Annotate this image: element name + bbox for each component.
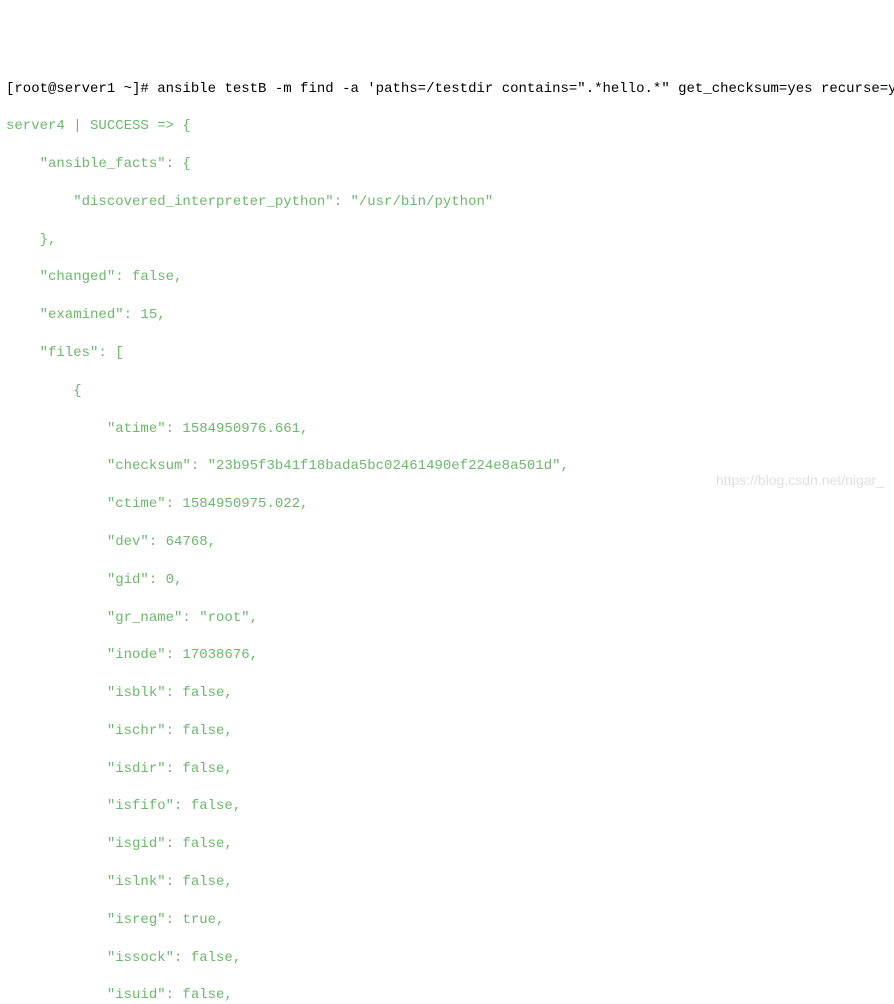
- output-line: "inode": 17038676,: [6, 646, 888, 665]
- output-line: "atime": 1584950976.661,: [6, 420, 888, 439]
- output-line: },: [6, 231, 888, 250]
- command-text: ansible testB -m find -a 'paths=/testdir…: [157, 81, 894, 97]
- output-line: "isdir": false,: [6, 760, 888, 779]
- output-line: "files": [: [6, 344, 888, 363]
- output-line: "gr_name": "root",: [6, 609, 888, 628]
- output-line: "changed": false,: [6, 268, 888, 287]
- output-line: "gid": 0,: [6, 571, 888, 590]
- output-line: {: [6, 382, 888, 401]
- output-line: "ansible_facts": {: [6, 155, 888, 174]
- output-line: "isgid": false,: [6, 835, 888, 854]
- shell-prompt: [root@server1 ~]#: [6, 81, 157, 97]
- output-line: "ctime": 1584950975.022,: [6, 495, 888, 514]
- output-line: "isblk": false,: [6, 684, 888, 703]
- command-line: [root@server1 ~]# ansible testB -m find …: [6, 80, 888, 99]
- output-line: "discovered_interpreter_python": "/usr/b…: [6, 193, 888, 212]
- output-line: "islnk": false,: [6, 873, 888, 892]
- output-line: "examined": 15,: [6, 306, 888, 325]
- output-line: "ischr": false,: [6, 722, 888, 741]
- output-line: "isfifo": false,: [6, 797, 888, 816]
- output-line: "isuid": false,: [6, 986, 888, 1004]
- output-line: "checksum": "23b95f3b41f18bada5bc0246149…: [6, 457, 888, 476]
- output-line: "dev": 64768,: [6, 533, 888, 552]
- output-line: "issock": false,: [6, 949, 888, 968]
- output-header: server4 | SUCCESS => {: [6, 117, 888, 136]
- output-line: "isreg": true,: [6, 911, 888, 930]
